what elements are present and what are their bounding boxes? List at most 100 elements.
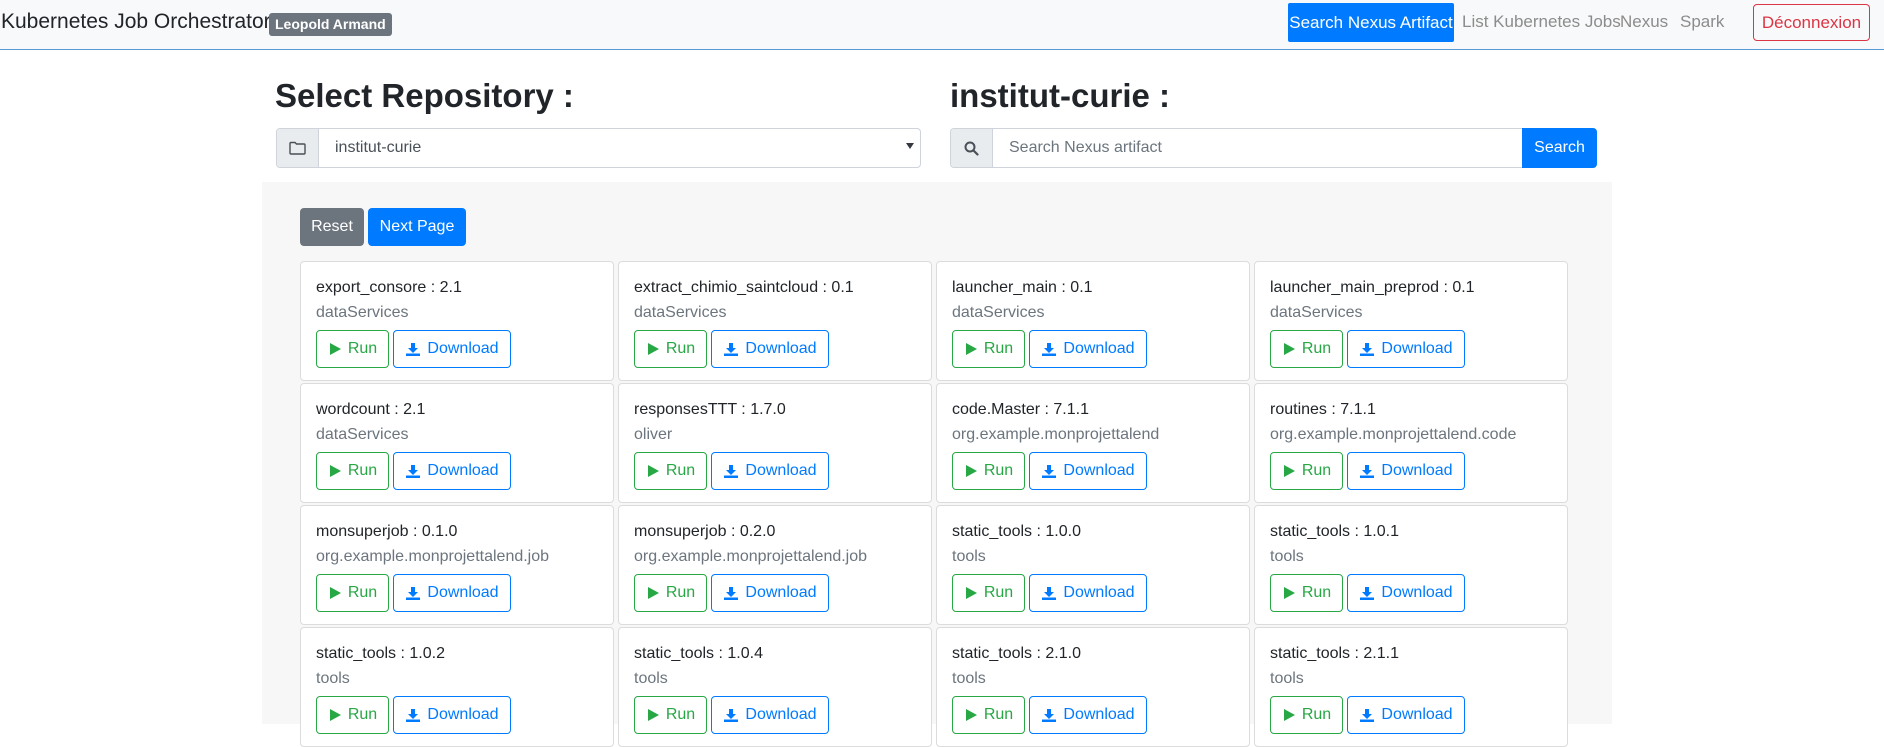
run-button[interactable]: Run bbox=[316, 452, 389, 490]
artifact-group: org.example.monprojettalend.code bbox=[1270, 426, 1517, 443]
artifact-card: export_consore : 2.1 dataServices Run Downl… bbox=[300, 261, 614, 381]
download-button-label: Download bbox=[1063, 462, 1135, 479]
download-button[interactable]: Download bbox=[393, 574, 511, 612]
download-icon bbox=[1041, 586, 1057, 601]
run-button[interactable]: Run bbox=[1270, 330, 1343, 368]
download-button-label: Download bbox=[745, 462, 817, 479]
play-icon bbox=[328, 464, 342, 478]
play-icon bbox=[1282, 342, 1296, 356]
artifact-group: tools bbox=[316, 670, 350, 687]
run-button[interactable]: Run bbox=[952, 452, 1025, 490]
download-button-label: Download bbox=[1063, 706, 1135, 723]
run-button[interactable]: Run bbox=[316, 330, 389, 368]
search-input-group: Search Nexus artifact bbox=[950, 128, 1523, 168]
play-icon bbox=[964, 342, 978, 356]
run-button[interactable]: Run bbox=[634, 330, 707, 368]
artifact-card: static_tools : 2.1.0 tools Run Download bbox=[936, 627, 1250, 747]
download-button-label: Download bbox=[427, 462, 499, 479]
artifact-group: dataServices bbox=[1270, 304, 1363, 321]
search-icon bbox=[951, 129, 993, 167]
download-button[interactable]: Download bbox=[1029, 696, 1147, 734]
run-button[interactable]: Run bbox=[1270, 696, 1343, 734]
nav-list-kubernetes-jobs[interactable]: List Kubernetes Jobs bbox=[1462, 12, 1621, 32]
run-button[interactable]: Run bbox=[952, 696, 1025, 734]
artifact-group: dataServices bbox=[634, 304, 727, 321]
artifact-title: routines : 7.1.1 bbox=[1270, 401, 1376, 418]
run-button-label: Run bbox=[983, 584, 1014, 601]
run-button[interactable]: Run bbox=[952, 574, 1025, 612]
run-button[interactable]: Run bbox=[1270, 574, 1343, 612]
download-button[interactable]: Download bbox=[393, 452, 511, 490]
run-button[interactable]: Run bbox=[952, 330, 1025, 368]
download-icon bbox=[405, 342, 421, 357]
run-button-label: Run bbox=[347, 462, 378, 479]
download-button[interactable]: Download bbox=[1347, 696, 1465, 734]
run-button[interactable]: Run bbox=[316, 696, 389, 734]
download-button[interactable]: Download bbox=[711, 452, 829, 490]
artifact-group: oliver bbox=[634, 426, 673, 443]
run-button-label: Run bbox=[983, 706, 1014, 723]
artifact-card: wordcount : 2.1 dataServices Run Download bbox=[300, 383, 614, 503]
download-button[interactable]: Download bbox=[1347, 330, 1465, 368]
artifact-card: extract_chimio_saintcloud : 0.1 dataServi… bbox=[618, 261, 932, 381]
artifact-group: tools bbox=[1270, 670, 1304, 687]
play-icon bbox=[1282, 464, 1296, 478]
play-icon bbox=[964, 708, 978, 722]
run-button-label: Run bbox=[665, 462, 696, 479]
run-button[interactable]: Run bbox=[634, 696, 707, 734]
download-button-label: Download bbox=[427, 584, 499, 601]
play-icon bbox=[646, 342, 660, 356]
download-button[interactable]: Download bbox=[711, 330, 829, 368]
download-icon bbox=[723, 708, 739, 723]
download-button[interactable]: Download bbox=[711, 574, 829, 612]
run-button[interactable]: Run bbox=[1270, 452, 1343, 490]
app-brand[interactable]: Kubernetes Job Orchestrator bbox=[1, 10, 271, 34]
download-icon bbox=[405, 708, 421, 723]
run-button-label: Run bbox=[665, 584, 696, 601]
artifact-card: static_tools : 2.1.1 tools Run Download bbox=[1254, 627, 1568, 747]
nav-nexus[interactable]: Nexus bbox=[1620, 12, 1668, 32]
download-button[interactable]: Download bbox=[393, 330, 511, 368]
download-button[interactable]: Download bbox=[711, 696, 829, 734]
download-button[interactable]: Download bbox=[1347, 574, 1465, 612]
play-icon bbox=[646, 464, 660, 478]
repository-select[interactable]: institut-curie bbox=[276, 128, 921, 168]
artifact-group: org.example.monprojettalend.job bbox=[316, 548, 550, 565]
search-button[interactable]: Search bbox=[1522, 128, 1597, 168]
artifact-card: launcher_main : 0.1 dataServices Run Downlo… bbox=[936, 261, 1250, 381]
logout-button[interactable]: Déconnexion bbox=[1753, 4, 1870, 41]
search-input[interactable]: Search Nexus artifact bbox=[1009, 129, 1162, 167]
nav-spark[interactable]: Spark bbox=[1680, 12, 1724, 32]
chevron-down-icon bbox=[906, 143, 914, 149]
download-button-label: Download bbox=[1381, 584, 1453, 601]
download-button[interactable]: Download bbox=[1029, 574, 1147, 612]
artifact-title: launcher_main_preprod : 0.1 bbox=[1270, 279, 1475, 296]
download-button[interactable]: Download bbox=[1029, 452, 1147, 490]
artifact-card: static_tools : 1.0.2 tools Run Download bbox=[300, 627, 614, 747]
download-button-label: Download bbox=[1381, 462, 1453, 479]
artifact-card: responsesTTT : 1.7.0 oliver Run Download bbox=[618, 383, 932, 503]
download-button-label: Download bbox=[1063, 584, 1135, 601]
run-button[interactable]: Run bbox=[634, 574, 707, 612]
artifact-card: static_tools : 1.0.4 tools Run Download bbox=[618, 627, 932, 747]
run-button-label: Run bbox=[347, 340, 378, 357]
download-button[interactable]: Download bbox=[1347, 452, 1465, 490]
run-button[interactable]: Run bbox=[634, 452, 707, 490]
artifact-card: monsuperjob : 0.2.0 org.example.monprojet… bbox=[618, 505, 932, 625]
artifact-title: launcher_main : 0.1 bbox=[952, 279, 1093, 296]
download-button[interactable]: Download bbox=[1029, 330, 1147, 368]
run-button-label: Run bbox=[1301, 584, 1332, 601]
download-button[interactable]: Download bbox=[393, 696, 511, 734]
artifact-group: tools bbox=[634, 670, 668, 687]
download-button-label: Download bbox=[745, 340, 817, 357]
nav-search-nexus-artifact[interactable]: Search Nexus Artifact bbox=[1288, 3, 1454, 42]
download-button-label: Download bbox=[427, 340, 499, 357]
run-button[interactable]: Run bbox=[316, 574, 389, 612]
reset-button[interactable]: Reset bbox=[300, 208, 364, 246]
artifact-group: org.example.monprojettalend.job bbox=[634, 548, 868, 565]
run-button-label: Run bbox=[1301, 340, 1332, 357]
download-icon bbox=[1359, 708, 1375, 723]
next-page-button[interactable]: Next Page bbox=[368, 208, 466, 246]
navbar: Kubernetes Job Orchestrator Leopold Arma… bbox=[0, 0, 1884, 50]
download-icon bbox=[1359, 586, 1375, 601]
